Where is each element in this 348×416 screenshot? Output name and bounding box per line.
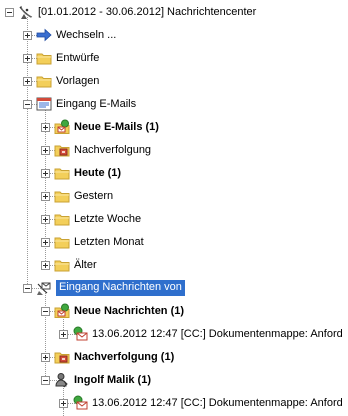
satellite-dish-icon [18, 4, 34, 20]
tree-item[interactable]: Wechseln ... [0, 24, 348, 47]
tree-item-label: Neue Nachrichten (1) [74, 305, 185, 317]
folder-tree: [01.01.2012 - 30.06.2012] Nachrichtencen… [0, 0, 348, 416]
expand-toggle[interactable] [23, 54, 32, 63]
tree-item[interactable]: Entwürfe [0, 47, 348, 70]
expand-toggle[interactable] [23, 31, 32, 40]
tree-item[interactable]: Eingang Nachrichten von [0, 277, 348, 300]
tree-item-label: Vorlagen [56, 75, 100, 87]
tree-item[interactable]: Letzte Woche [0, 208, 348, 231]
contact-person-icon [54, 372, 70, 388]
tree-item-label: Wechseln ... [56, 29, 117, 41]
tree-item-label: 13.06.2012 12:47 [CC:] Dokumentenmappe: … [92, 328, 343, 340]
tree-item-label: Eingang E-Mails [56, 98, 137, 110]
tree-item-label: Neue E-Mails (1) [74, 121, 159, 133]
tree-item[interactable]: Ingolf Malik (1) [0, 369, 348, 392]
message-unread-icon [72, 395, 88, 411]
tree-item[interactable]: Neue Nachrichten (1) [0, 300, 348, 323]
expand-toggle[interactable] [41, 353, 50, 362]
folder-icon [54, 257, 70, 273]
tree-item[interactable]: 13.06.2012 12:47 [CC:] Dokumentenmappe: … [0, 323, 348, 346]
tree-item-label: Gestern [74, 190, 114, 202]
tree-item-label: Älter [74, 259, 97, 271]
folder-icon [54, 165, 70, 181]
arrow-right-icon [36, 27, 52, 43]
tree-item-label: Letzten Monat [74, 236, 144, 248]
tree-item[interactable]: [01.01.2012 - 30.06.2012] Nachrichtencen… [0, 1, 348, 24]
collapse-toggle[interactable] [41, 307, 50, 316]
expand-toggle[interactable] [41, 261, 50, 270]
tree-item[interactable]: Nachverfolgung (1) [0, 346, 348, 369]
collapse-toggle[interactable] [23, 284, 32, 293]
folder-icon [54, 188, 70, 204]
tree-item-label: Ingolf Malik (1) [74, 374, 151, 386]
inbox-email-icon [36, 96, 52, 112]
expand-toggle[interactable] [41, 192, 50, 201]
expand-toggle[interactable] [41, 146, 50, 155]
tree-item-label: Nachverfolgung (1) [74, 351, 175, 363]
folder-followup-icon [54, 142, 70, 158]
message-unread-icon [72, 326, 88, 342]
tree-item[interactable]: 13.06.2012 12:47 [CC:] Dokumentenmappe: … [0, 392, 348, 415]
folder-icon [54, 234, 70, 250]
tree-item[interactable]: Eingang E-Mails [0, 93, 348, 116]
expand-toggle[interactable] [23, 77, 32, 86]
collapse-toggle[interactable] [41, 376, 50, 385]
expand-toggle[interactable] [41, 123, 50, 132]
tree-item-label: Heute (1) [74, 167, 122, 179]
folder-new-mail-icon [54, 303, 70, 319]
expand-toggle[interactable] [41, 169, 50, 178]
collapse-toggle[interactable] [5, 8, 14, 17]
collapse-toggle[interactable] [23, 100, 32, 109]
tree-item-label: Letzte Woche [74, 213, 142, 225]
expand-toggle[interactable] [59, 330, 68, 339]
tree-item[interactable]: Heute (1) [0, 162, 348, 185]
folder-icon [54, 211, 70, 227]
tree-item[interactable]: Älter [0, 254, 348, 277]
tree-item[interactable]: Gestern [0, 185, 348, 208]
expand-toggle[interactable] [59, 399, 68, 408]
expand-toggle[interactable] [41, 215, 50, 224]
tree-item-label: 13.06.2012 12:47 [CC:] Dokumentenmappe: … [92, 397, 343, 409]
tree-item[interactable]: Nachverfolgung [0, 139, 348, 162]
inbox-messages-icon [36, 280, 52, 296]
folder-followup-icon [54, 349, 70, 365]
folder-new-mail-icon [54, 119, 70, 135]
folder-icon [36, 50, 52, 66]
tree-item[interactable]: Vorlagen [0, 70, 348, 93]
tree-item[interactable]: Neue E-Mails (1) [0, 116, 348, 139]
expand-toggle[interactable] [41, 238, 50, 247]
tree-item[interactable]: Letzten Monat [0, 231, 348, 254]
tree-item-label: Nachverfolgung [74, 144, 152, 156]
folder-icon [36, 73, 52, 89]
tree-item-label: [01.01.2012 - 30.06.2012] Nachrichtencen… [38, 6, 257, 18]
tree-item-label: Entwürfe [56, 52, 100, 64]
tree-item-label: Eingang Nachrichten von [56, 280, 185, 296]
